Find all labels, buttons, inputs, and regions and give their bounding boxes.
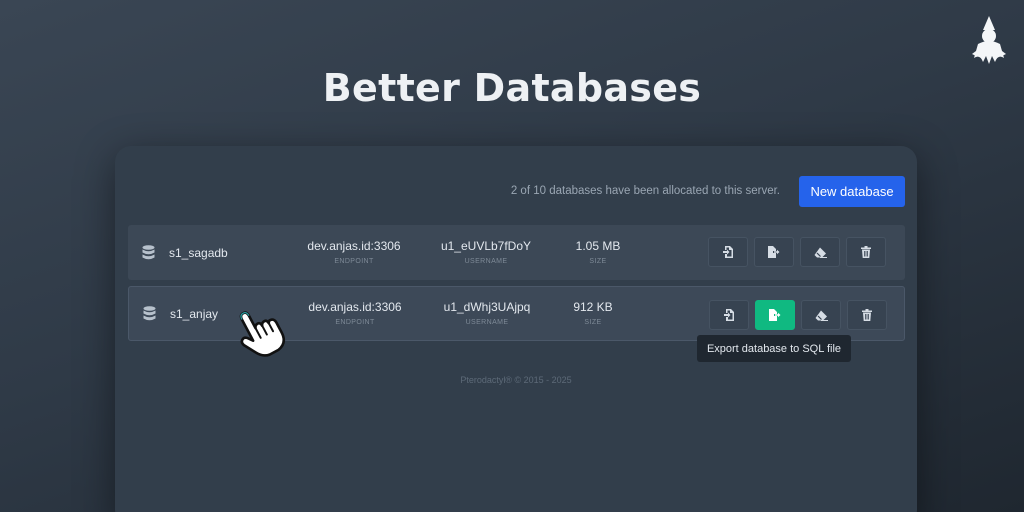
username-value: u1_eUVLb7fDoY bbox=[440, 239, 532, 253]
delete-database-button[interactable] bbox=[846, 237, 886, 267]
endpoint-value: dev.anjas.id:3306 bbox=[308, 300, 402, 314]
size-value: 912 KB bbox=[573, 300, 613, 314]
eraser-icon bbox=[814, 247, 827, 258]
import-database-button[interactable] bbox=[708, 237, 748, 267]
delete-database-button[interactable] bbox=[847, 300, 887, 330]
username-value: u1_dWhj3UAjpq bbox=[443, 300, 531, 314]
export-database-button[interactable] bbox=[754, 237, 794, 267]
export-icon bbox=[768, 246, 780, 258]
export-database-button[interactable] bbox=[755, 300, 795, 330]
size-value: 1.05 MB bbox=[575, 239, 621, 253]
username-label: USERNAME bbox=[465, 319, 509, 326]
footer-copyright: Pterodactyl® © 2015 - 2025 bbox=[460, 375, 572, 385]
username-label: USERNAME bbox=[464, 258, 508, 265]
username-column: u1_eUVLb7fDoY USERNAME bbox=[438, 239, 534, 265]
trash-icon bbox=[862, 309, 872, 321]
size-label: SIZE bbox=[589, 258, 607, 265]
export-tooltip: Export database to SQL file bbox=[697, 335, 851, 362]
endpoint-column: dev.anjas.id:3306 ENDPOINT bbox=[303, 300, 407, 326]
trash-icon bbox=[861, 246, 871, 258]
new-database-button[interactable]: New database bbox=[799, 176, 905, 207]
hand-pointer-cursor-icon bbox=[232, 304, 290, 360]
size-column: 1.05 MB SIZE bbox=[568, 239, 628, 265]
database-icon bbox=[143, 306, 156, 321]
pterodactyl-logo-icon bbox=[968, 14, 1010, 70]
database-row[interactable]: s1_sagadb dev.anjas.id:3306 ENDPOINT u1_… bbox=[128, 225, 905, 280]
endpoint-label: ENDPOINT bbox=[334, 258, 374, 265]
endpoint-column: dev.anjas.id:3306 ENDPOINT bbox=[302, 239, 406, 265]
database-name: s1_sagadb bbox=[169, 246, 228, 260]
username-column: u1_dWhj3UAjpq USERNAME bbox=[439, 300, 535, 326]
size-column: 912 KB SIZE bbox=[563, 300, 623, 326]
rotate-password-button[interactable] bbox=[801, 300, 841, 330]
eraser-icon bbox=[815, 310, 828, 321]
import-icon bbox=[722, 246, 733, 258]
database-name: s1_anjay bbox=[170, 307, 219, 321]
size-label: SIZE bbox=[584, 319, 602, 326]
page-title: Better Databases bbox=[322, 66, 702, 110]
rotate-password-button[interactable] bbox=[800, 237, 840, 267]
allocation-summary: 2 of 10 databases have been allocated to… bbox=[510, 185, 780, 197]
database-icon bbox=[142, 245, 155, 260]
import-icon bbox=[723, 309, 734, 321]
endpoint-label: ENDPOINT bbox=[335, 319, 375, 326]
import-database-button[interactable] bbox=[709, 300, 749, 330]
endpoint-value: dev.anjas.id:3306 bbox=[307, 239, 401, 253]
export-icon bbox=[769, 309, 781, 321]
